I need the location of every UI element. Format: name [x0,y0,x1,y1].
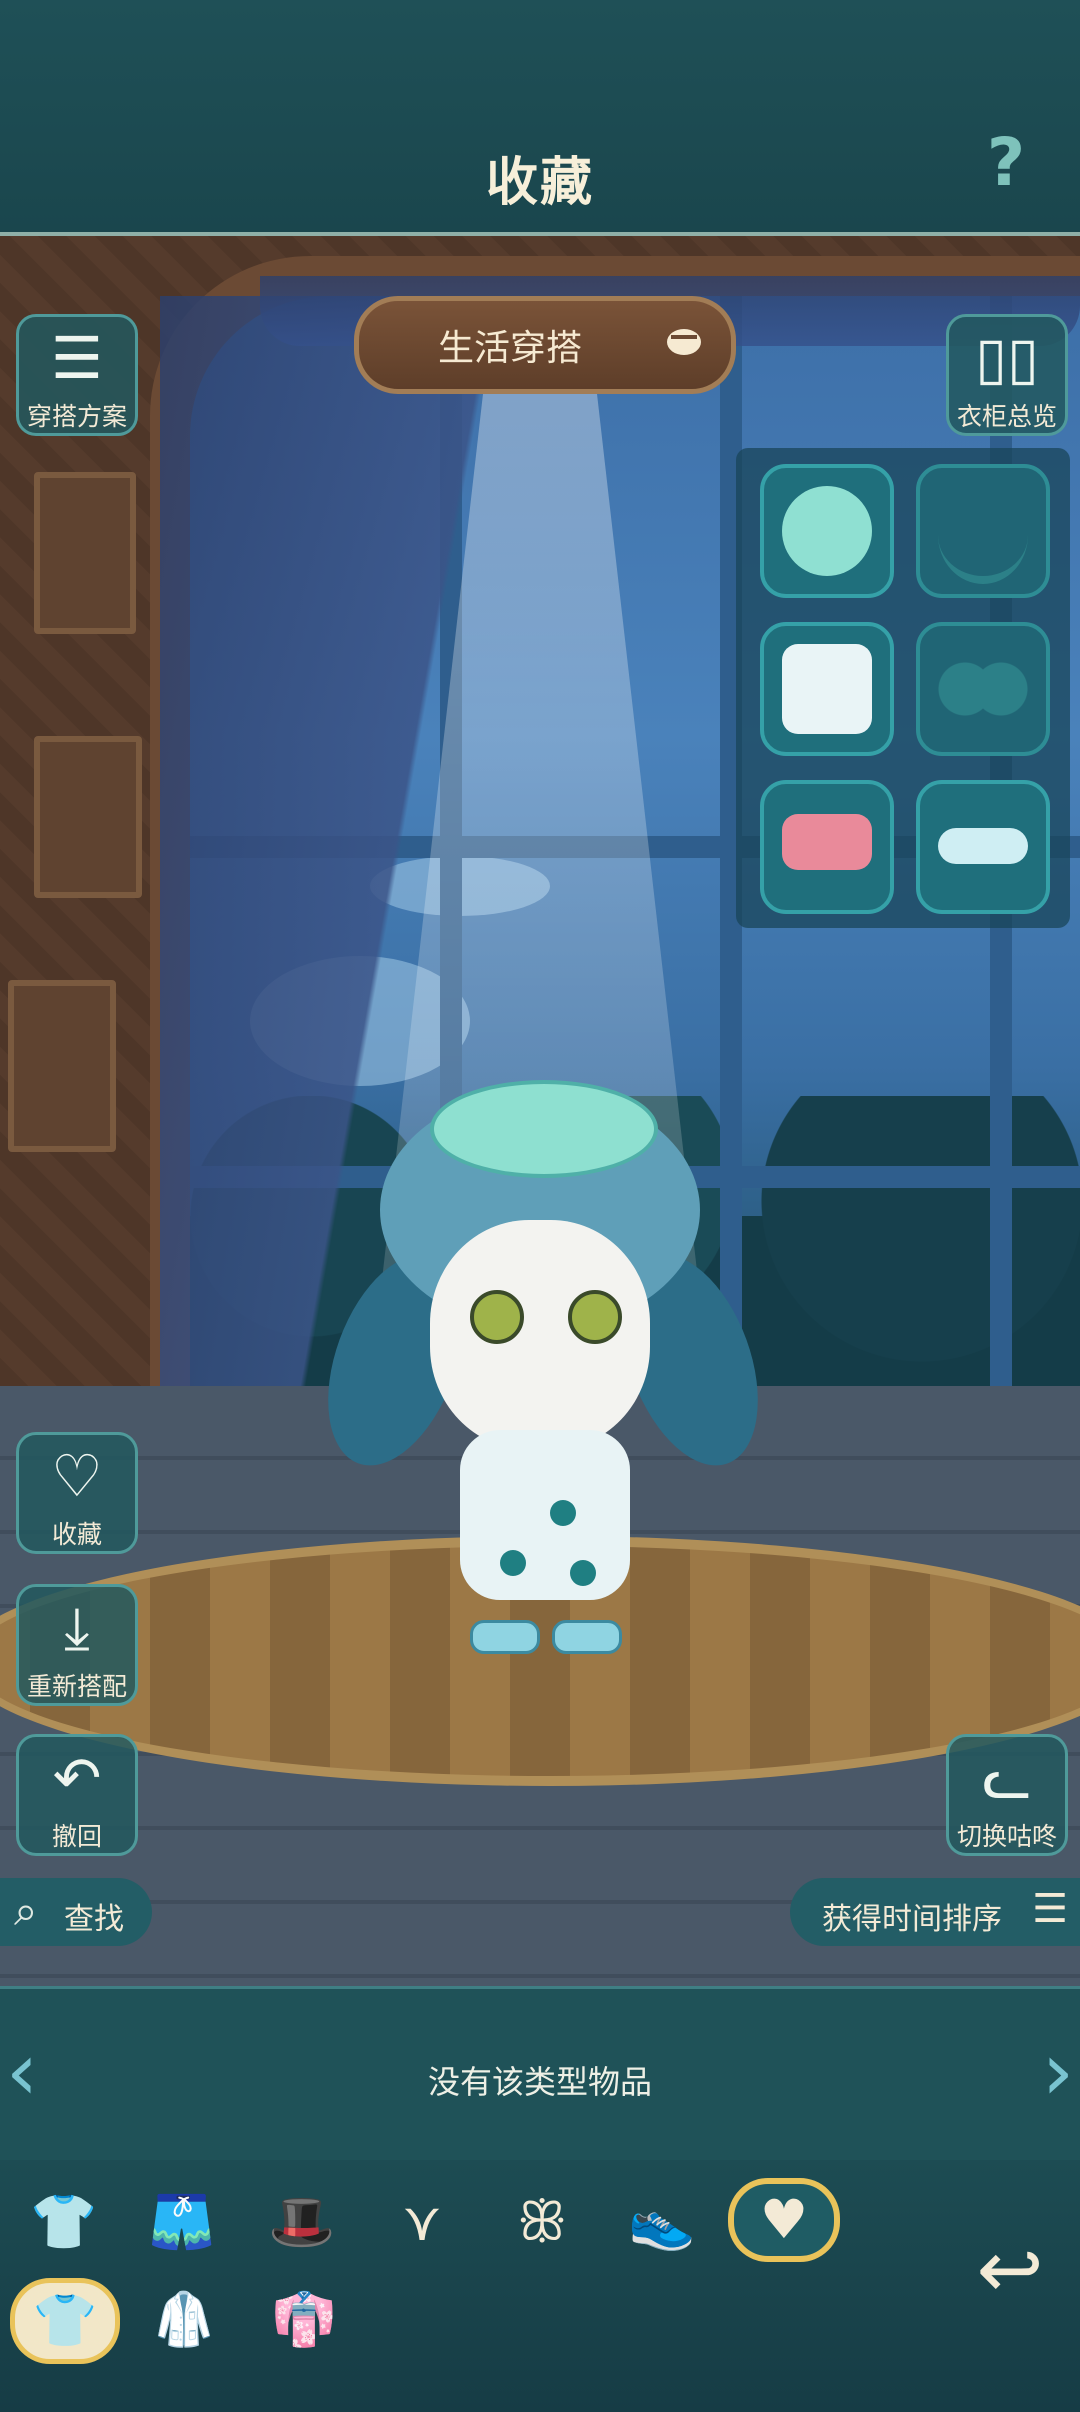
category-shoes-icon[interactable]: 👟 [614,2186,710,2258]
character-icon: ᓚ [982,1744,1032,1812]
picture-frame [34,736,142,898]
rematch-label: 重新搭配 [26,1672,127,1701]
heart-icon: ♡ [51,1442,103,1510]
sort-label: 获得时间排序 [822,1902,1002,1937]
wardrobe-overview-label: 衣柜总览 [956,402,1057,431]
character-avatar[interactable] [301,1000,785,1700]
category-shirt-icon[interactable]: 👕 [16,2186,112,2258]
switch-character-button[interactable]: ᓚ 切换咕咚 [946,1734,1068,1856]
sort-icon: ☰ [1032,1886,1068,1932]
back-arrow-icon[interactable]: ↩ [960,2220,1060,2320]
dropdown-icon [667,329,701,355]
rematch-button[interactable]: ⤓ 重新搭配 [16,1584,138,1706]
equipped-slot-wings[interactable] [916,622,1050,756]
item-list: ‹ 没有该类型物品 › [0,1986,1080,2164]
character-body [460,1430,630,1600]
help-button[interactable]: ? [976,128,1036,198]
equipped-slot-top[interactable] [760,622,894,756]
shoes-item-icon [938,828,1028,864]
switch-character-label: 切换咕咚 [956,1822,1057,1851]
character-hat [430,1080,658,1178]
equipped-slot-hat[interactable] [760,464,894,598]
sort-button[interactable]: 获得时间排序 ☰ [790,1878,1080,1946]
top-bar: 收藏 ? [0,0,1080,236]
category-pet-outfit-icon[interactable]: 👕 [10,2278,120,2364]
list-icon: ☰ [51,324,103,392]
wardrobe-icon: ▯▯ [975,324,1039,392]
outfit-plans-label: 穿搭方案 [26,402,127,431]
picture-frame [34,472,136,634]
category-heart-icon[interactable]: ♥ [728,2178,840,2262]
necklace-slot-icon [938,486,1028,584]
search-icon: ⌕ [14,1886,38,1935]
category-necklace-icon[interactable]: ⋎ [374,2186,470,2258]
search-label: 查找 [64,1902,124,1937]
outfit-dot [550,1500,576,1526]
top-item-icon [782,644,872,734]
empty-list-message: 没有该类型物品 [427,2063,652,2101]
equipped-slot-pants[interactable] [760,780,894,914]
pants-item-icon [782,814,872,870]
page-title: 收藏 [485,153,594,213]
character-eye [470,1290,524,1344]
favorite-button[interactable]: ♡ 收藏 [16,1432,138,1554]
search-button[interactable]: ⌕ 查找 [0,1878,152,1946]
category-wings-icon[interactable]: ꕥ [494,2186,590,2258]
outfit-category-selector[interactable]: 生活穿搭 [354,296,736,394]
outfit-dot [500,1550,526,1576]
hat-item-icon [782,486,872,576]
wings-slot-icon [938,644,1028,734]
category-bar: 👕 🩳 🎩 ⋎ ꕥ 👟 ♥ 👕 🥼 👘 [0,2160,1080,2412]
equipped-items-panel [736,448,1070,928]
character-shoe [552,1620,622,1654]
wardrobe-overview-button[interactable]: ▯▯ 衣柜总览 [946,314,1068,436]
category-hat-icon[interactable]: 🎩 [254,2186,350,2258]
outfit-category-label: 生活穿搭 [437,328,582,369]
category-shorts-icon[interactable]: 🩳 [134,2186,230,2258]
equipped-slot-necklace[interactable] [916,464,1050,598]
outfit-plans-button[interactable]: ☰ 穿搭方案 [16,314,138,436]
character-eye [568,1290,622,1344]
character-head [430,1220,650,1450]
equipped-slot-shoes[interactable] [916,780,1050,914]
category-set-icon[interactable]: 👘 [254,2282,354,2358]
rematch-icon: ⤓ [64,1594,90,1662]
next-page-arrow-icon[interactable]: › [1042,2027,1074,2117]
undo-button[interactable]: ↶ 撤回 [16,1734,138,1856]
favorite-label: 收藏 [51,1520,102,1549]
undo-label: 撤回 [51,1822,102,1851]
undo-icon: ↶ [52,1744,102,1812]
category-suit-icon[interactable]: 🥼 [134,2282,234,2358]
outfit-dot [570,1560,596,1586]
picture-frame [8,980,116,1152]
character-shoe [470,1620,540,1654]
